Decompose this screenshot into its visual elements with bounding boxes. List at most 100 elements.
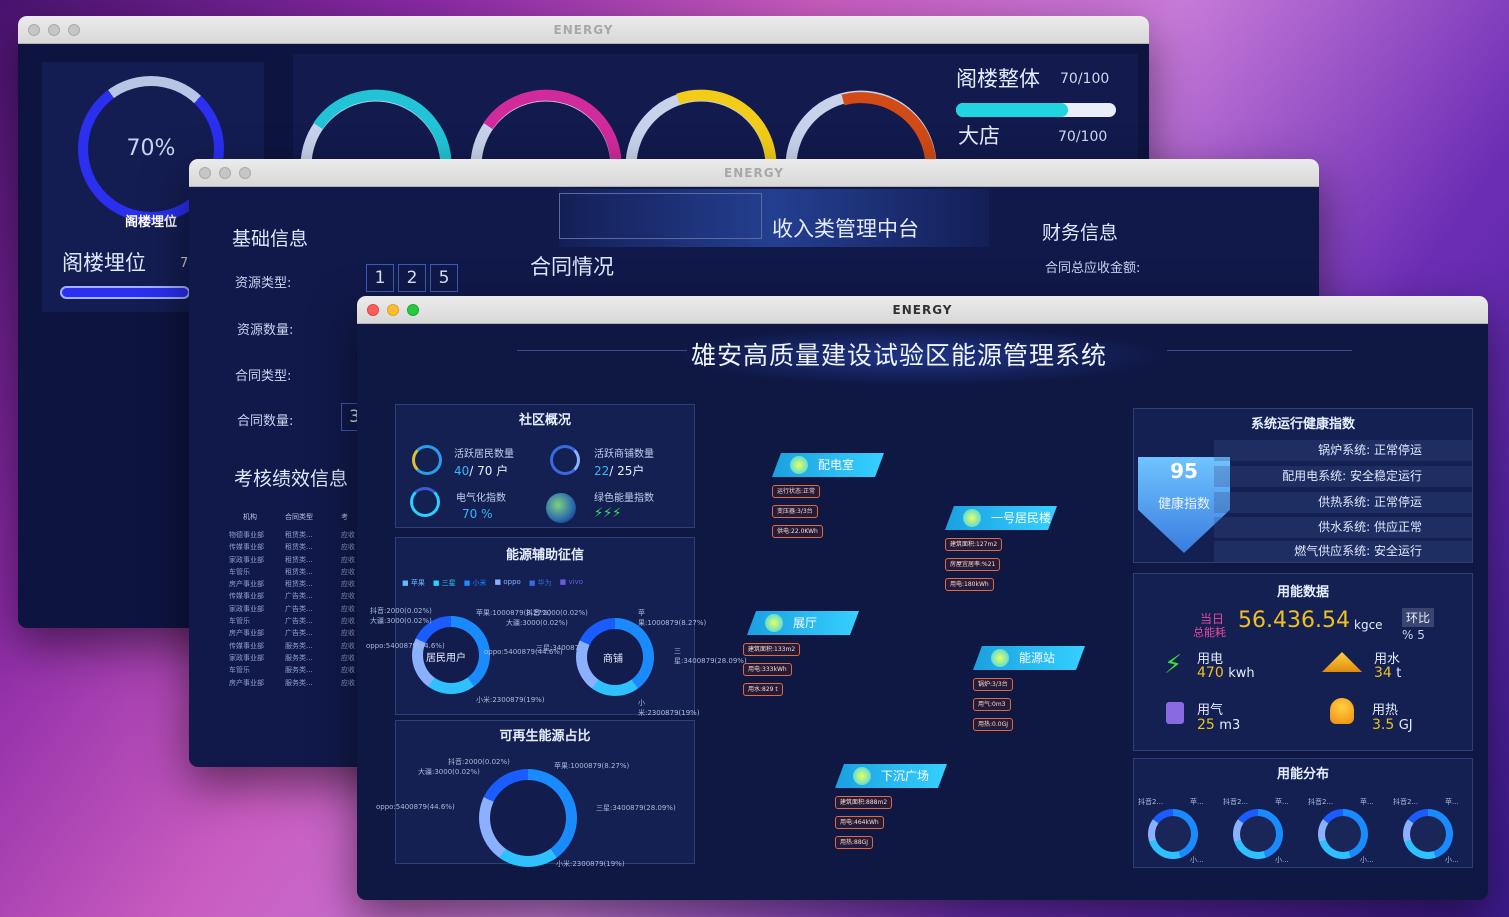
map-node-4[interactable]: 下沉广场 [835,764,947,788]
map-node-3[interactable]: 能源站 [973,646,1085,670]
table-cell: 租赁类... [285,555,313,564]
elec-value: 470 [1197,665,1224,681]
table-cell: 传媒事业部 [229,543,264,552]
hall-icon [765,614,783,632]
legend-item: ■ 三星 [432,579,456,587]
table-cell: 服务类... [285,666,313,675]
table-row: 物德事业部 租赁类... 应收 [229,530,359,542]
panel-title: 用能分布 [1276,767,1329,782]
distribution-label: 小... [1445,856,1459,864]
legend-item: ■ oppo [494,578,521,586]
globe-icon [991,649,1009,667]
digit-box: 2 [398,264,426,292]
distribution-label: 苹... [1190,798,1204,806]
map-node-tag: 用热:88GJ [835,836,874,849]
aux-credit-panel: 能源辅助征信 ■ 苹果 ■ 三星 ■ 小米 ■ oppo ■ 华为 ■ vivo… [366,537,747,717]
ann: 大疆:3000(0.02%) [506,619,568,627]
map-node-tag: 建筑面积:888m2 [835,796,893,809]
table-row: 家政事业部 广告类... 应收 [229,604,359,616]
map-node-tag: 锅炉:3/3台 [973,678,1013,691]
map-node-tag: 用电:333kWh [743,663,792,676]
header-line-left [517,350,687,351]
water-unit: t [1396,666,1402,681]
progress-arcs [300,89,937,166]
contract-count-label: 合同数量: [237,414,294,429]
ratio-value: % 5 [1402,628,1425,642]
table-cell: 广告类... [285,592,313,601]
contract-status-heading: 合同情况 [530,255,614,279]
green-energy-value: ⚡⚡⚡ [594,506,622,521]
ann: 抖音:2000(0.02%) [526,609,588,617]
gauge-percent: 70% [126,136,176,161]
table-cell: 传媒事业部 [229,592,264,601]
panel-title: 能源辅助征信 [505,548,584,563]
table-row: 家政事业部 服务类... 应收 [229,653,359,665]
map-node-tag: 变压器:3/3台 [772,505,818,518]
table-cell: 服务类... [285,641,313,650]
heat-values: 3.5 GJ [1372,717,1413,733]
distribution-label: 小... [1360,856,1374,864]
window-title: ENERGY [553,23,614,37]
residents-donut-label: 居民用户 [426,653,466,664]
contract-type-label: 合同类型: [235,369,292,384]
overall-progress-fill [956,103,1068,117]
panel-title: 用能数据 [1276,585,1329,600]
table-row: 家政事业部 租赁类... 应收 [229,555,359,567]
community-panel: 社区概况 活跃居民数量 40/ 70 户 活跃商铺数量 22/ 25户 电气化指… [395,404,695,528]
map-node-2[interactable]: 展厅 [747,611,859,635]
distribution-label: 苹... [1360,798,1374,806]
table-cell: 租赁类... [285,580,313,589]
health-row: 供热系统: 正常停运 [1214,492,1472,513]
table-cell: 租赁类... [285,543,313,552]
table-row: 房产事业部 服务类... 应收 [229,678,359,690]
map-node-1[interactable]: 一号居民楼 [945,506,1057,530]
gas-label: 用气 [1197,703,1224,718]
table-cell: 房产事业部 [229,629,264,638]
main-title: 雄安高质量建设试验区能源管理系统 [691,341,1108,370]
map-node-tag: 建筑面积:127m2 [945,538,1003,551]
table-cell: 家政事业部 [229,653,264,662]
table-row: 车管乐 租赁类... 应收 [229,567,359,579]
banner-title: 收入类管理中台 [772,217,919,241]
today-total: 56.436.54 [1238,608,1350,633]
map-node-tag: 房屋宜居率:%21 [945,558,1001,571]
titlebar: ENERGY [189,159,1319,187]
distribution-label: 抖音2... [1138,798,1164,806]
distribution-donut [1403,809,1453,859]
ann: oppo:5400879(44.6%) [484,648,563,656]
health-panel: 系统运行健康指数 95 健康指数 锅炉系统: 正常停运 配用电系统: 安全稳定运… [1133,408,1473,563]
table-row: 车管乐 广告类... 应收 [229,616,359,628]
map-node-0[interactable]: 配电室 [772,453,884,477]
shops-icon [550,445,580,475]
health-row: 燃气供应系统: 安全运行 [1214,541,1472,562]
ann: 三星:3400879(28.09%) [674,647,747,665]
shops-total: / 25户 [609,464,645,478]
digit-box: 1 [366,264,394,292]
overall-label: 阁楼整体 [956,67,1040,91]
map-node-tag: 用热:0.0GJ [973,718,1013,731]
electrification-icon [410,487,440,517]
ann: oppo:5400879(44.6%) [376,803,455,811]
table-cell: 租赁类... [285,531,313,539]
table-cell: 物德事业部 [229,531,264,539]
health-row: 配用电系统: 安全稳定运行 [1214,466,1472,487]
map-node-tag: 供电:22.0KWh [772,525,823,538]
resource-digits: 1 2 5 [366,264,458,292]
th-type: 合同类型 [285,513,313,521]
shops-donut-label: 商铺 [603,654,623,665]
table-cell: 车管乐 [229,617,250,626]
broken-image [559,193,762,239]
th-org: 机构 [243,513,257,521]
table-cell: 车管乐 [229,666,250,675]
overall-value: 70/100 [1060,71,1110,87]
ann: 大疆:3000(0.02%) [370,617,432,625]
health-row: 供水系统: 供应正常 [1214,517,1472,538]
energy-management-window: ENERGY 雄安高质量建设试验区能源管理系统 社区概况 活跃居民数量 40/ … [357,296,1488,900]
table-cell: 广告类... [285,604,313,613]
table-cell: 服务类... [285,653,313,662]
finance-total-label: 合同总应收金额: [1045,261,1141,276]
basic-info-heading: 基础信息 [232,228,309,250]
table-cell: 广告类... [285,617,313,626]
lightning-icon [790,456,808,474]
map-node-tag: 用电:464kWh [835,816,884,829]
